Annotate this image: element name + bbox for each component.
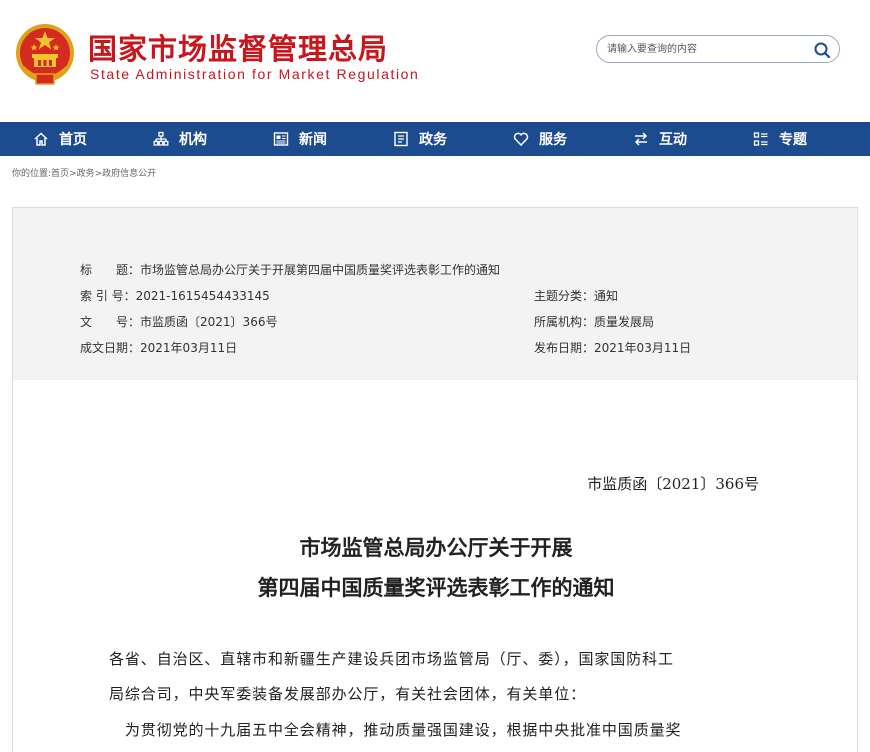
site-header: 国家市场监督管理总局 State Administration for Mark… bbox=[0, 0, 870, 122]
nav-label: 首页 bbox=[59, 132, 87, 148]
breadcrumb-home[interactable]: 首页 bbox=[51, 169, 69, 179]
nav-label: 服务 bbox=[539, 132, 567, 148]
info-created-key: 成文日期： bbox=[80, 341, 141, 355]
info-index-row: 索 引 号：2021-1615454433145 bbox=[80, 287, 270, 304]
document-title-line1: 市场监管总局办公厅关于开展 bbox=[299, 535, 573, 560]
info-category-row: 主题分类：通知 bbox=[534, 287, 618, 304]
info-title-row: 标 题：市场监管总局办公厅关于开展第四届中国质量奖评选表彰工作的通知 bbox=[80, 261, 500, 278]
nav-label: 互动 bbox=[659, 132, 687, 148]
main-nav: 首页 机构 新闻 政务 服务 互动 专题 bbox=[0, 122, 870, 156]
info-org-value: 质量发展局 bbox=[594, 315, 655, 329]
nav-item-news[interactable]: 新闻 bbox=[240, 122, 360, 156]
document-info-box: 标 题：市场监管总局办公厅关于开展第四届中国质量奖评选表彰工作的通知 索 引 号… bbox=[12, 207, 858, 381]
nav-item-service[interactable]: 服务 bbox=[480, 122, 600, 156]
home-icon bbox=[34, 132, 48, 146]
nav-label: 新闻 bbox=[299, 132, 327, 148]
document-content: 市监质函〔2021〕366号 市场监管总局办公厅关于开展 第四届中国质量奖评选表… bbox=[12, 380, 858, 752]
national-emblem-icon[interactable] bbox=[14, 22, 76, 86]
search-box bbox=[596, 35, 840, 63]
nav-label: 机构 bbox=[179, 132, 207, 148]
info-index-key: 索 引 号： bbox=[80, 289, 136, 303]
info-org-row: 所属机构：质量发展局 bbox=[534, 313, 654, 330]
document-number: 市监质函〔2021〕366号 bbox=[587, 475, 759, 493]
info-published-row: 发布日期：2021年03月11日 bbox=[534, 339, 691, 356]
info-category-value: 通知 bbox=[594, 289, 619, 303]
paragraph-line: 各省、自治区、直辖市和新疆生产建设兵团市场监管局（厅、委），国家国防科工 bbox=[109, 650, 674, 668]
info-published-key: 发布日期： bbox=[534, 341, 595, 355]
search-input[interactable] bbox=[607, 40, 807, 58]
news-icon bbox=[273, 132, 289, 146]
paragraph-line: 局综合司，中央军委装备发展部办公厅，有关社会团体，有关单位： bbox=[109, 685, 587, 703]
site-title[interactable]: 国家市场监督管理总局 bbox=[88, 26, 388, 68]
document-title-line2: 第四届中国质量奖评选表彰工作的通知 bbox=[257, 575, 615, 600]
search-icon[interactable] bbox=[813, 41, 831, 59]
paragraph-line: 为贯彻党的十九届五中全会精神，推动质量强国建设，根据中央批准中国质量奖 bbox=[109, 721, 682, 739]
heart-icon bbox=[513, 132, 529, 147]
nav-item-org[interactable]: 机构 bbox=[120, 122, 240, 156]
info-category-key: 主题分类： bbox=[534, 289, 595, 303]
info-created-value: 2021年03月11日 bbox=[140, 341, 238, 355]
site-subtitle: State Administration for Market Regulati… bbox=[90, 66, 420, 82]
nav-label: 政务 bbox=[419, 132, 447, 148]
info-created-row: 成文日期：2021年03月11日 bbox=[80, 339, 237, 356]
government-affairs-icon bbox=[394, 131, 408, 147]
info-title-value: 市场监管总局办公厅关于开展第四届中国质量奖评选表彰工作的通知 bbox=[140, 263, 501, 277]
info-org-key: 所属机构： bbox=[534, 315, 595, 329]
breadcrumb: 你的位置:首页>政务>政府信息公开 bbox=[12, 166, 156, 179]
nav-item-home[interactable]: 首页 bbox=[0, 122, 120, 156]
breadcrumb-prefix: 你的位置: bbox=[12, 169, 52, 179]
info-docno-key: 文 号： bbox=[80, 315, 141, 329]
nav-label: 专题 bbox=[779, 132, 807, 148]
breadcrumb-gov-info[interactable]: 政府信息公开 bbox=[102, 169, 156, 179]
info-docno-value: 市监质函〔2021〕366号 bbox=[140, 315, 278, 329]
breadcrumb-separator: > bbox=[69, 169, 77, 179]
topics-icon bbox=[753, 132, 768, 146]
breadcrumb-affairs[interactable]: 政务 bbox=[77, 169, 95, 179]
info-docno-row: 文 号：市监质函〔2021〕366号 bbox=[80, 313, 277, 330]
nav-item-affairs[interactable]: 政务 bbox=[360, 122, 480, 156]
info-title-key: 标 题： bbox=[80, 263, 141, 277]
exchange-arrows-icon bbox=[634, 132, 648, 146]
nav-item-topics[interactable]: 专题 bbox=[720, 122, 840, 156]
info-published-value: 2021年03月11日 bbox=[594, 341, 692, 355]
info-index-value: 2021-1615454433145 bbox=[135, 289, 270, 303]
org-chart-icon bbox=[153, 131, 169, 146]
nav-item-interaction[interactable]: 互动 bbox=[600, 122, 720, 156]
